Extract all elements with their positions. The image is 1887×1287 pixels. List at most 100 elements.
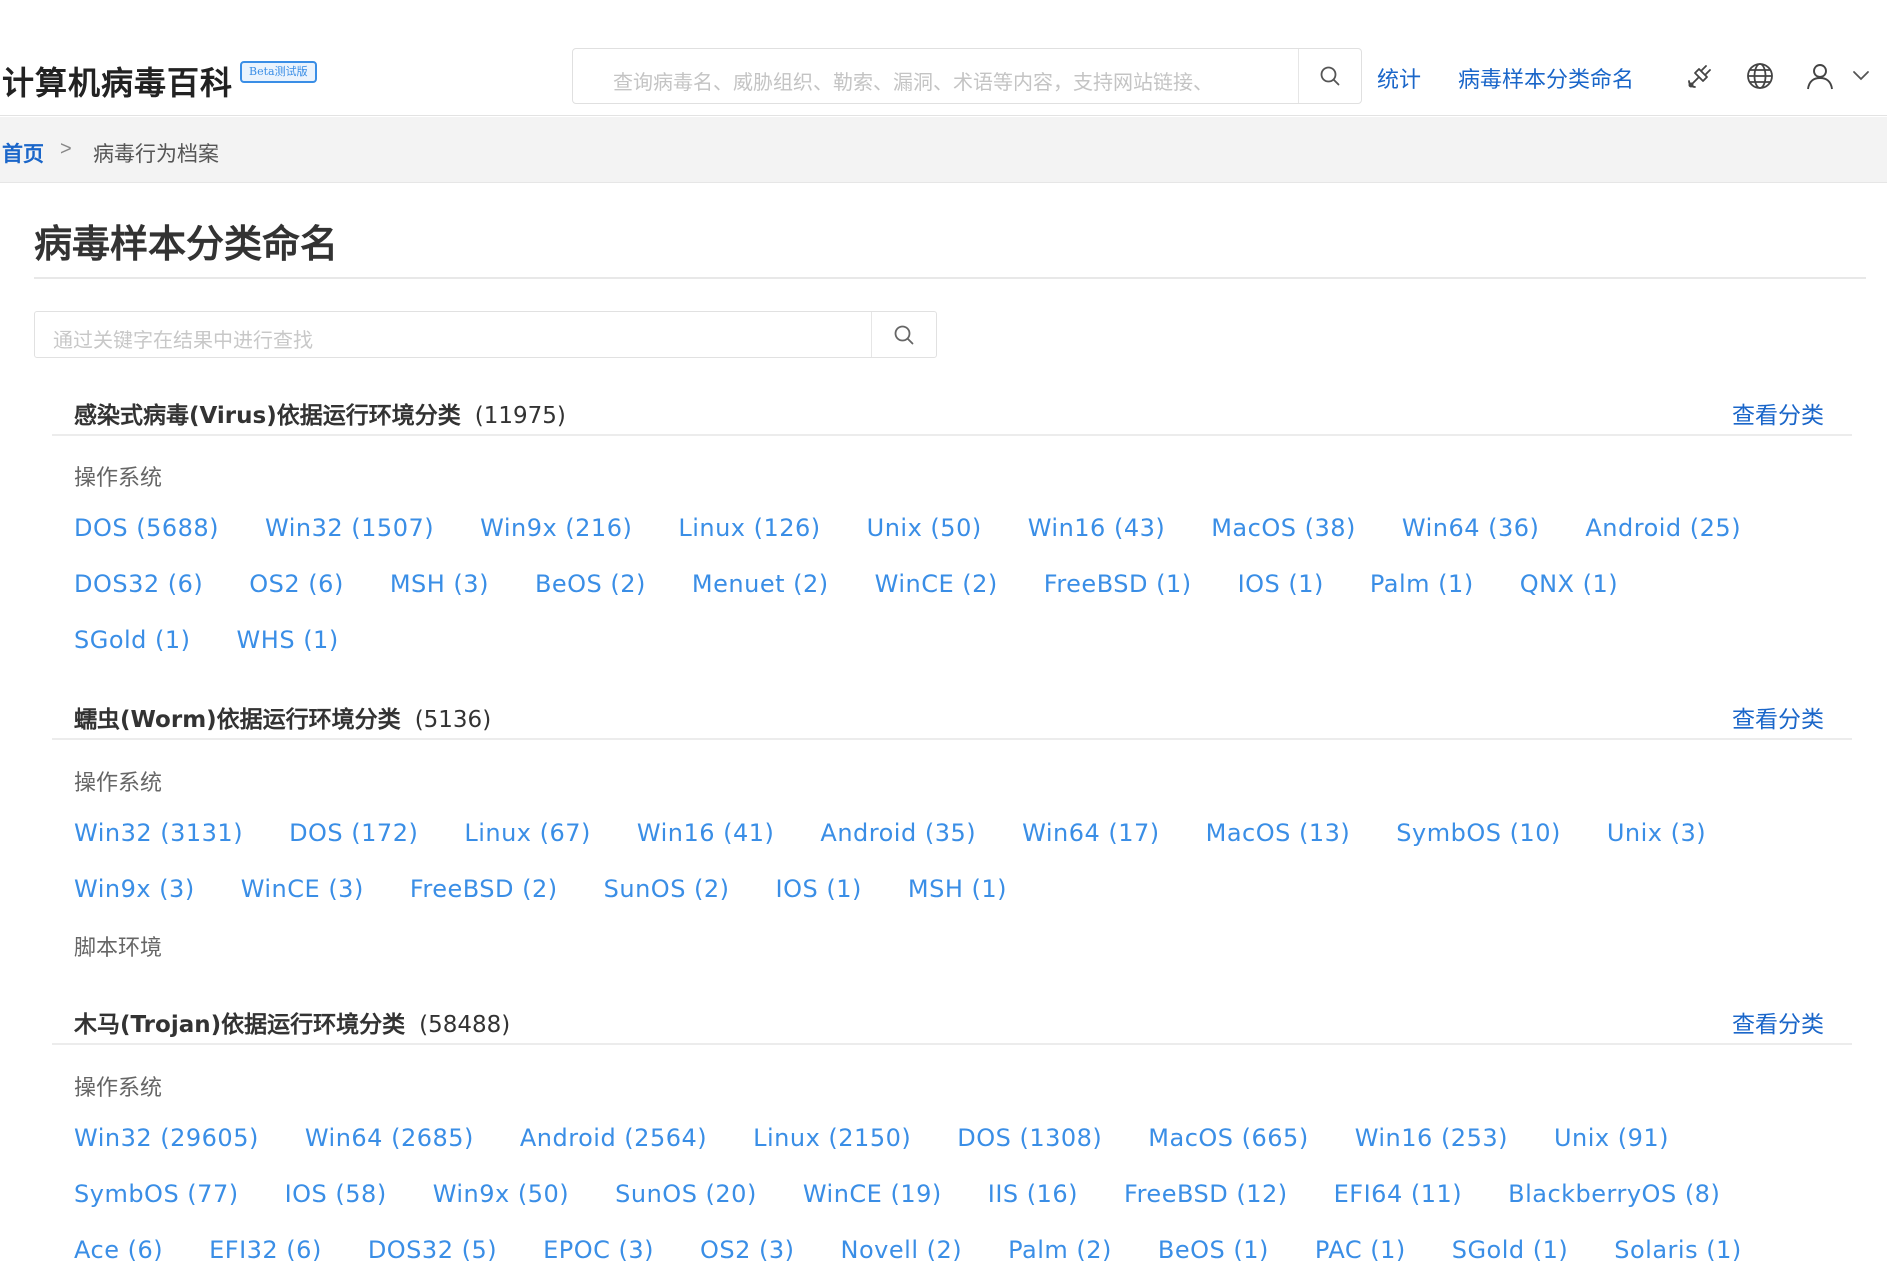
os-tag-link[interactable]: Palm (2)	[1008, 1233, 1112, 1267]
site-logo-text[interactable]: 计算机病毒百科	[2, 58, 233, 104]
os-tag-link[interactable]: SymbOS (77)	[74, 1177, 239, 1211]
os-tag-link[interactable]: Unix (3)	[1607, 816, 1706, 850]
os-tag-link[interactable]: SunOS (20)	[615, 1177, 757, 1211]
os-tag-link[interactable]: SymbOS (10)	[1396, 816, 1561, 850]
os-tag-link[interactable]: Unix (50)	[867, 511, 982, 545]
os-tag-link[interactable]: SGold (1)	[74, 623, 191, 657]
os-tag-link[interactable]: Ace (6)	[74, 1233, 163, 1267]
os-tag-link[interactable]: IOS (1)	[776, 872, 862, 906]
os-tag-link[interactable]: BeOS (1)	[1158, 1233, 1269, 1267]
os-tag-link[interactable]: Win32 (29605)	[74, 1121, 259, 1155]
os-tag-link[interactable]: FreeBSD (2)	[410, 872, 558, 906]
breadcrumb-home-link[interactable]: 首页	[2, 138, 44, 168]
os-tag-link[interactable]: Linux (67)	[464, 816, 591, 850]
section-divider	[52, 1043, 1852, 1045]
os-tag-link[interactable]: MacOS (38)	[1211, 511, 1356, 545]
os-tag-link[interactable]: OS2 (3)	[700, 1233, 795, 1267]
os-tag-link[interactable]: MSH (3)	[390, 567, 489, 601]
os-tag-link[interactable]: Win64 (2685)	[305, 1121, 474, 1155]
os-tag-link[interactable]: MacOS (665)	[1148, 1121, 1308, 1155]
global-search-input[interactable]: 查询病毒名、威胁组织、勒索、漏洞、术语等内容，支持网站链接、	[613, 66, 1213, 95]
section-worm-title: 蠕虫(Worm)依据运行环境分类 (5136)	[74, 700, 491, 734]
os-tag-link[interactable]: DOS32 (6)	[74, 567, 203, 601]
beta-badge: Beta测试版	[240, 61, 317, 83]
os-tag-link[interactable]: FreeBSD (12)	[1124, 1177, 1288, 1211]
os-tag-link[interactable]: MSH (1)	[908, 872, 1007, 906]
os-tag-link[interactable]: Win16 (253)	[1355, 1121, 1508, 1155]
os-tag-link[interactable]: Android (25)	[1585, 511, 1741, 545]
view-worm-category-link[interactable]: 查看分类	[1732, 700, 1824, 734]
os-tag-link[interactable]: WinCE (19)	[803, 1177, 942, 1211]
search-icon	[1320, 66, 1340, 86]
os-tag-link[interactable]: Menuet (2)	[692, 567, 829, 601]
os-tag-link[interactable]: MacOS (13)	[1206, 816, 1351, 850]
os-tag-link[interactable]: WinCE (3)	[241, 872, 364, 906]
os-tag-link[interactable]: Solaris (1)	[1614, 1233, 1741, 1267]
os-tag-link[interactable]: Android (35)	[820, 816, 976, 850]
group-label: 脚本环境	[74, 935, 163, 960]
os-tag-link[interactable]: Win64 (17)	[1022, 816, 1160, 850]
os-tag-link[interactable]: Win16 (43)	[1028, 511, 1166, 545]
os-tag-link[interactable]: BlackberryOS (8)	[1508, 1177, 1720, 1211]
section-title-text: 蠕虫(Worm)依据运行环境分类	[74, 707, 401, 733]
global-search-button[interactable]	[1299, 49, 1361, 103]
os-tag-link[interactable]: EFI64 (11)	[1334, 1177, 1462, 1211]
os-tag-link[interactable]: DOS32 (5)	[368, 1233, 497, 1267]
os-tag-link[interactable]: Win64 (36)	[1402, 511, 1540, 545]
nav-naming-link[interactable]: 病毒样本分类命名	[1458, 62, 1634, 94]
filter-search-box[interactable]: 通过关键字在结果中进行查找	[34, 311, 937, 358]
os-tag-link[interactable]: IOS (58)	[285, 1177, 387, 1211]
breadcrumb: 首页 > 病毒行为档案	[0, 117, 1887, 183]
os-tag-link[interactable]: DOS (172)	[289, 816, 418, 850]
title-divider	[34, 277, 1866, 279]
os-tag-link[interactable]: QNX (1)	[1520, 567, 1618, 601]
os-tag-link[interactable]: OS2 (6)	[249, 567, 344, 601]
os-tag-link[interactable]: SGold (1)	[1452, 1233, 1569, 1267]
group-label: 操作系统	[74, 770, 163, 795]
group-label: 操作系统	[74, 465, 163, 490]
os-tag-link[interactable]: EFI32 (6)	[209, 1233, 322, 1267]
filter-search-input[interactable]: 通过关键字在结果中进行查找	[53, 324, 313, 353]
section-count: (58488)	[419, 1012, 511, 1038]
os-tag-link[interactable]: SunOS (2)	[604, 872, 730, 906]
os-tag-link[interactable]: EPOC (3)	[543, 1233, 654, 1267]
os-tag-link[interactable]: WHS (1)	[237, 623, 339, 657]
os-tag-link[interactable]: Win32 (1507)	[265, 511, 434, 545]
os-tag-link[interactable]: Linux (126)	[678, 511, 820, 545]
os-tag-link[interactable]: IOS (1)	[1238, 567, 1324, 601]
os-tag-link[interactable]: Win16 (41)	[637, 816, 775, 850]
os-tag-link[interactable]: Linux (2150)	[753, 1121, 911, 1155]
os-tag-link[interactable]: IIS (16)	[988, 1177, 1078, 1211]
os-tag-link[interactable]: DOS (5688)	[74, 511, 219, 545]
chevron-down-icon[interactable]	[1846, 56, 1876, 96]
view-trojan-category-link[interactable]: 查看分类	[1732, 1005, 1824, 1039]
view-virus-category-link[interactable]: 查看分类	[1732, 396, 1824, 430]
os-tag-link[interactable]: BeOS (2)	[535, 567, 646, 601]
nav-stats-link[interactable]: 统计	[1377, 62, 1421, 94]
filter-search-button[interactable]	[872, 312, 936, 357]
section-count: (5136)	[414, 707, 492, 733]
user-icon[interactable]	[1800, 56, 1840, 96]
os-tag-link[interactable]: WinCE (2)	[875, 567, 998, 601]
os-tag-link[interactable]: DOS (1308)	[957, 1121, 1102, 1155]
global-search-box[interactable]: 查询病毒名、威胁组织、勒索、漏洞、术语等内容，支持网站链接、	[572, 48, 1362, 104]
section-divider	[52, 738, 1852, 740]
os-tag-link[interactable]: Win9x (3)	[74, 872, 195, 906]
globe-icon[interactable]	[1740, 56, 1780, 96]
os-tag-link[interactable]: PAC (1)	[1315, 1233, 1406, 1267]
os-tag-link[interactable]: Win32 (3131)	[74, 816, 243, 850]
tag-list-virus-os: DOS (5688) Win32 (1507) Win9x (216) Linux (…	[74, 511, 1814, 657]
os-tag-link[interactable]: Palm (1)	[1370, 567, 1474, 601]
satellite-icon[interactable]	[1680, 56, 1720, 96]
section-virus-title: 感染式病毒(Virus)依据运行环境分类 (11975)	[74, 396, 566, 430]
os-tag-link[interactable]: Unix (91)	[1554, 1121, 1669, 1155]
os-tag-link[interactable]: Win9x (50)	[433, 1177, 569, 1211]
section-title-text: 感染式病毒(Virus)依据运行环境分类	[74, 403, 461, 429]
os-tag-link[interactable]: Novell (2)	[841, 1233, 963, 1267]
section-count: (11975)	[474, 403, 566, 429]
breadcrumb-current: 病毒行为档案	[93, 143, 219, 166]
os-tag-link[interactable]: FreeBSD (1)	[1044, 567, 1192, 601]
section-title-text: 木马(Trojan)依据运行环境分类	[74, 1012, 406, 1038]
os-tag-link[interactable]: Android (2564)	[520, 1121, 707, 1155]
os-tag-link[interactable]: Win9x (216)	[480, 511, 632, 545]
